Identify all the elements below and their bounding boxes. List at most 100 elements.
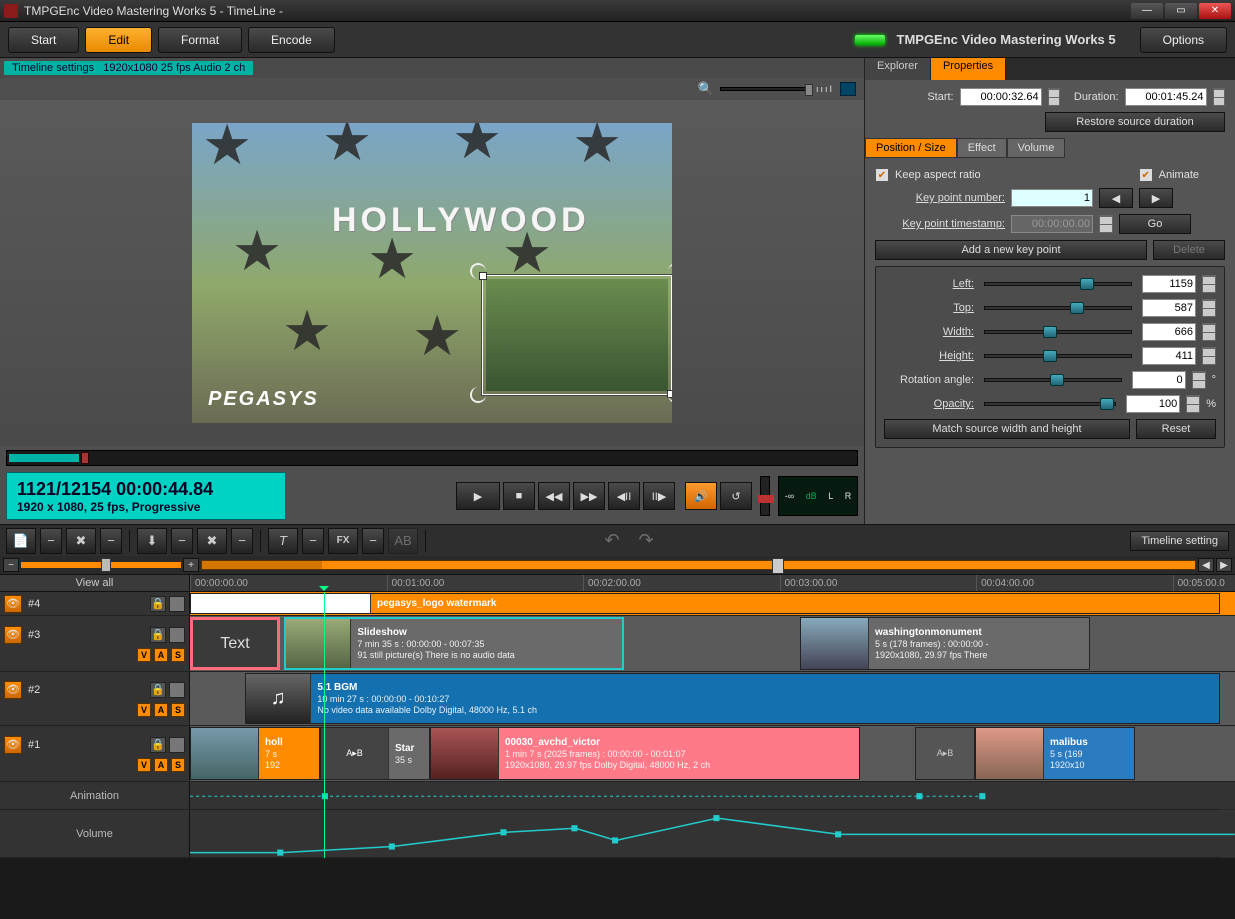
duration-input[interactable] bbox=[1125, 88, 1207, 106]
animate-checkbox[interactable]: ✔ bbox=[1139, 168, 1153, 182]
fastfwd-button[interactable]: ▶▶ bbox=[573, 482, 605, 510]
track2-sub-toggle[interactable]: S bbox=[171, 703, 185, 717]
play-button[interactable]: ▶ bbox=[456, 482, 500, 510]
minimize-button[interactable]: — bbox=[1131, 3, 1163, 19]
step-back-button[interactable]: ◀II bbox=[608, 482, 640, 510]
add-keypoint-button[interactable]: Add a new key point bbox=[875, 240, 1147, 260]
fx-minus-icon[interactable]: − bbox=[362, 528, 384, 554]
export-icon[interactable]: ✖ bbox=[197, 528, 227, 554]
top-slider[interactable] bbox=[984, 306, 1132, 310]
zoom-out-button[interactable]: − bbox=[3, 558, 19, 572]
track2-type-icon[interactable] bbox=[169, 682, 185, 698]
keep-ratio-checkbox[interactable]: ✔ bbox=[875, 168, 889, 182]
import-icon[interactable]: ⬇ bbox=[137, 528, 167, 554]
clip-washington[interactable]: washingtonmonument5 s (178 frames) : 00:… bbox=[800, 617, 1090, 670]
clip-transition[interactable]: A▸B bbox=[915, 727, 975, 780]
rotation-spinner[interactable] bbox=[1192, 371, 1206, 389]
clip-bgm[interactable]: ♫ 5.1 BGM10 min 27 s : 00:00:00 - 00:10:… bbox=[245, 673, 1220, 724]
track1-audio-toggle[interactable]: A bbox=[154, 758, 168, 772]
tab-explorer[interactable]: Explorer bbox=[865, 58, 931, 80]
track1-visibility-icon[interactable]: 👁 bbox=[4, 736, 22, 754]
timeline-settings-chip[interactable]: Timeline settings 1920x1080 25 fps Audio… bbox=[4, 61, 253, 75]
selection-box[interactable] bbox=[482, 275, 672, 395]
tab-encode[interactable]: Encode bbox=[248, 27, 335, 53]
rotation-slider[interactable] bbox=[984, 378, 1122, 382]
track4-lock-icon[interactable]: 🔒 bbox=[150, 596, 166, 612]
track3-audio-toggle[interactable]: A bbox=[154, 648, 168, 662]
clip-slideshow[interactable]: Slideshow7 min 35 s : 00:00:00 - 00:07:3… bbox=[284, 617, 624, 670]
zoom-in-button[interactable]: + bbox=[183, 558, 199, 572]
speaker-button[interactable]: 🔊 bbox=[685, 482, 717, 510]
kp-number-input[interactable] bbox=[1011, 189, 1093, 207]
options-button[interactable]: Options bbox=[1140, 27, 1227, 53]
clip-watermark[interactable]: pegasys_logo watermark bbox=[190, 593, 1220, 614]
tab-properties[interactable]: Properties bbox=[931, 58, 1006, 80]
width-input[interactable] bbox=[1142, 323, 1196, 341]
timeline-setting-button[interactable]: Timeline setting bbox=[1130, 531, 1229, 551]
volume-curve[interactable] bbox=[190, 810, 1235, 857]
addclip-icon[interactable]: 📄 bbox=[6, 528, 36, 554]
opacity-input[interactable] bbox=[1126, 395, 1180, 413]
top-input[interactable] bbox=[1142, 299, 1196, 317]
volume-slider[interactable] bbox=[760, 476, 770, 516]
zoom-level-slider[interactable] bbox=[21, 562, 181, 568]
rewind-button[interactable]: ◀◀ bbox=[538, 482, 570, 510]
text-tool-icon[interactable]: T bbox=[268, 528, 298, 554]
left-spinner[interactable] bbox=[1202, 275, 1216, 293]
view-all-button[interactable]: View all bbox=[0, 575, 190, 591]
zoom-track[interactable] bbox=[201, 560, 1196, 570]
track4-type-icon[interactable] bbox=[169, 596, 185, 612]
top-spinner[interactable] bbox=[1202, 299, 1216, 317]
duration-spinner[interactable] bbox=[1213, 88, 1225, 106]
clip-text[interactable]: Text bbox=[190, 617, 280, 670]
track3-type-icon[interactable] bbox=[169, 627, 185, 643]
rotation-input[interactable] bbox=[1132, 371, 1186, 389]
tab-edit[interactable]: Edit bbox=[85, 27, 152, 53]
step-fwd-button[interactable]: II▶ bbox=[643, 482, 675, 510]
track2-visibility-icon[interactable]: 👁 bbox=[4, 681, 22, 699]
scrub-bar[interactable] bbox=[6, 450, 858, 466]
track2-audio-toggle[interactable]: A bbox=[154, 703, 168, 717]
go-button[interactable]: Go bbox=[1119, 214, 1191, 234]
restore-duration-button[interactable]: Restore source duration bbox=[1045, 112, 1225, 132]
subtab-effect[interactable]: Effect bbox=[957, 138, 1007, 158]
zoom-nav-left-button[interactable]: ◀ bbox=[1198, 558, 1214, 572]
playhead[interactable] bbox=[324, 592, 325, 858]
import-minus-icon[interactable]: − bbox=[171, 528, 193, 554]
addclip-minus-icon[interactable]: − bbox=[40, 528, 62, 554]
match-source-button[interactable]: Match source width and height bbox=[884, 419, 1130, 439]
track1-sub-toggle[interactable]: S bbox=[171, 758, 185, 772]
track1-type-icon[interactable] bbox=[169, 737, 185, 753]
kp-prev-button[interactable]: ◀ bbox=[1099, 188, 1133, 208]
width-slider[interactable] bbox=[984, 330, 1132, 334]
close-button[interactable]: ✕ bbox=[1199, 3, 1231, 19]
clip-victor[interactable]: 00030_avchd_victor1 min 7 s (2025 frames… bbox=[430, 727, 860, 780]
track3-lock-icon[interactable]: 🔒 bbox=[150, 627, 166, 643]
clip-star[interactable]: A▸BStar35 s bbox=[320, 727, 430, 780]
track3-sub-toggle[interactable]: S bbox=[171, 648, 185, 662]
clip-malibu[interactable]: malibus5 s (1691920x10 bbox=[975, 727, 1135, 780]
start-spinner[interactable] bbox=[1048, 88, 1060, 106]
height-spinner[interactable] bbox=[1202, 347, 1216, 365]
start-input[interactable] bbox=[960, 88, 1042, 106]
opacity-slider[interactable] bbox=[984, 402, 1116, 406]
zoom-nav-right-button[interactable]: ▶ bbox=[1216, 558, 1232, 572]
text-minus-icon[interactable]: − bbox=[302, 528, 324, 554]
width-spinner[interactable] bbox=[1202, 323, 1216, 341]
clip-hollywood[interactable]: holl7 s192 bbox=[190, 727, 320, 780]
preview-canvas[interactable]: HOLLYWOOD PEGASYS ★ ★ ★ ★ ★ ★ ★ ★ ★ bbox=[192, 123, 672, 423]
height-slider[interactable] bbox=[984, 354, 1132, 358]
fullscreen-icon[interactable] bbox=[840, 82, 856, 96]
kp-next-button[interactable]: ▶ bbox=[1139, 188, 1173, 208]
height-input[interactable] bbox=[1142, 347, 1196, 365]
track2-lock-icon[interactable]: 🔒 bbox=[150, 682, 166, 698]
fx-tool-icon[interactable]: FX bbox=[328, 528, 358, 554]
maximize-button[interactable]: ▭ bbox=[1165, 3, 1197, 19]
animation-curve[interactable] bbox=[190, 782, 1235, 809]
subtab-position[interactable]: Position / Size bbox=[865, 138, 957, 158]
removeclip-minus-icon[interactable]: − bbox=[100, 528, 122, 554]
track3-visibility-icon[interactable]: 👁 bbox=[4, 626, 22, 644]
stop-button[interactable]: ■ bbox=[503, 482, 535, 510]
search-icon[interactable]: 🔍 bbox=[698, 81, 714, 97]
export-minus-icon[interactable]: − bbox=[231, 528, 253, 554]
